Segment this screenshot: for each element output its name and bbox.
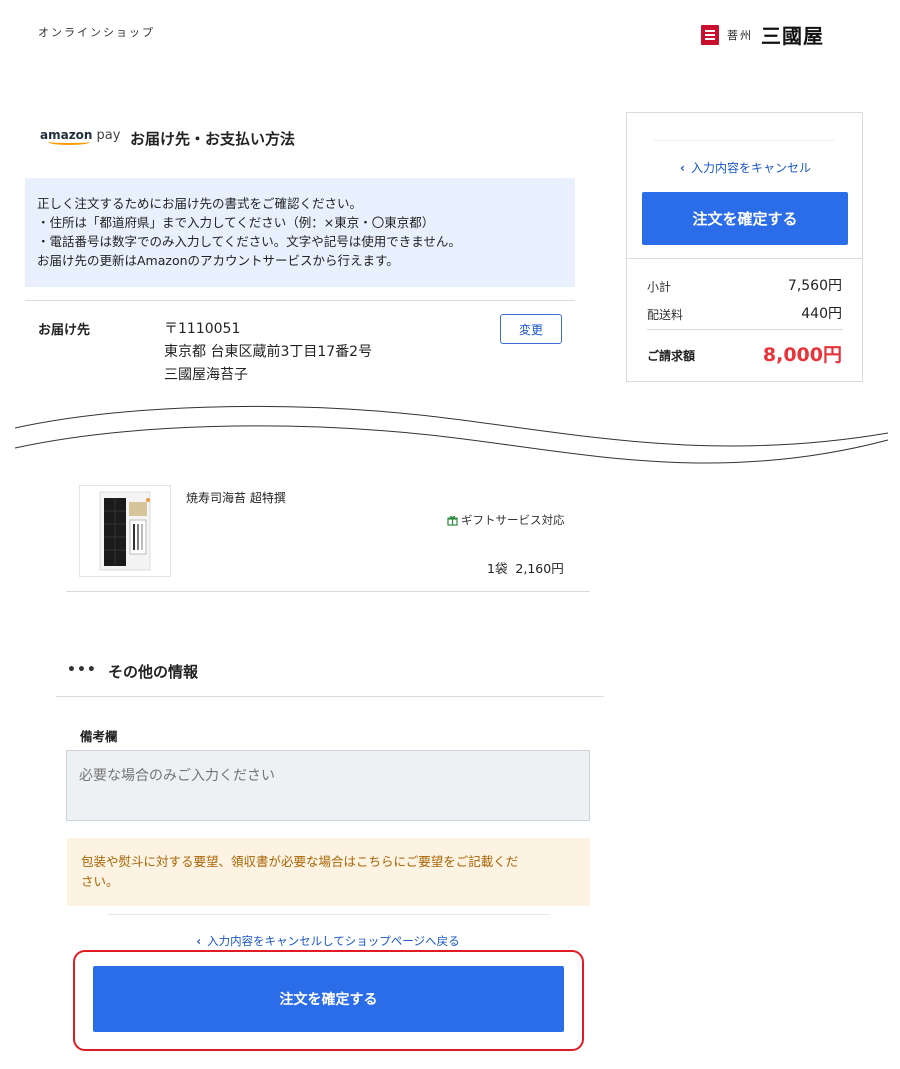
sidebar-cancel-label: 入力内容をキャンセル (690, 161, 811, 175)
wave-separator (14, 405, 889, 464)
product-quantity: 1袋 (487, 561, 508, 576)
change-address-button[interactable]: 変更 (500, 314, 562, 344)
wrapping-request-notice: 包装や熨斗に対する要望、領収書が必要な場合はこちらにご要望をご記載くだ さい。 (67, 838, 590, 906)
amazon-wordmark: amazon (40, 128, 93, 145)
remarks-textarea[interactable] (66, 750, 590, 821)
total-value: 8,000円 (762, 344, 842, 366)
brand-prefix: 菩州 (727, 28, 753, 42)
divider (25, 300, 575, 301)
chevron-left-icon: ‹ (680, 161, 685, 175)
gift-service-label: ギフトサービス対応 (461, 513, 565, 527)
address-line: 東京都 台東区蔵前3丁目17番2号 (164, 344, 373, 360)
gift-icon (447, 515, 458, 526)
notice-line: 包装や熨斗に対する要望、領収書が必要な場合はこちらにご要望をご記載くだ (81, 854, 519, 869)
address-format-notice: 正しく注文するためにお届け先の書式をご確認ください。 ・住所は「都道府県」まで入… (25, 178, 575, 287)
sidebar-cancel-link[interactable]: ‹ 入力内容をキャンセル (627, 159, 864, 176)
section-title: お届け先・お支払い方法 (130, 130, 296, 148)
section-dots-icon: ••• (67, 662, 97, 678)
brand-mark-icon (701, 24, 719, 45)
shop-label: オンラインショップ (38, 26, 155, 39)
notice-line: ・住所は「都道府県」まで入力してください（例：×東京・〇東京都） (37, 215, 435, 230)
subtotal-value: 7,560円 (787, 278, 842, 294)
sidebar-confirm-button[interactable]: 注文を確定する (642, 192, 848, 245)
notice-line: ・電話番号は数字でのみ入力してください。文字や記号は使用できません。 (37, 234, 461, 249)
nori-package-icon (99, 491, 151, 571)
brand-name: 三國屋 (761, 24, 824, 48)
postal-code: 〒1110051 (164, 321, 241, 337)
total-label: ご請求額 (647, 349, 696, 363)
chevron-left-icon: ‹ (196, 934, 202, 948)
notice-line: 正しく注文するためにお届け先の書式をご確認ください。 (37, 196, 363, 211)
divider (647, 329, 843, 330)
gift-service-badge: ギフトサービス対応 (447, 512, 565, 528)
divider (56, 696, 604, 697)
shipping-label: 配送料 (647, 308, 684, 322)
subtotal-label: 小計 (647, 280, 672, 294)
divider (66, 591, 590, 592)
shipping-address: 〒1110051 東京都 台東区蔵前3丁目17番2号 三國屋海苔子 (164, 318, 372, 387)
divider (108, 914, 550, 915)
amazon-pay-logo: amazon pay (40, 128, 121, 145)
pay-wordmark: pay (96, 128, 121, 143)
product-price-line: 1袋 2,160円 (487, 558, 564, 577)
order-summary-panel: ‹ 入力内容をキャンセル 注文を確定する 小計 7,560円 配送料 440円 ご… (626, 112, 863, 382)
notice-line: お届け先の更新はAmazonのアカウントサービスから行えます。 (37, 253, 399, 268)
other-info-title: その他の情報 (108, 663, 199, 681)
divider (654, 140, 834, 141)
shipping-value: 440円 (801, 306, 842, 322)
remarks-label: 備考欄 (80, 729, 118, 744)
divider (627, 258, 862, 259)
confirm-order-button[interactable]: 注文を確定する (93, 966, 564, 1032)
product-price: 2,160円 (515, 561, 564, 576)
recipient-name: 三國屋海苔子 (164, 367, 248, 383)
cancel-back-to-shop-link[interactable]: ‹ 入力内容をキャンセルしてショップページへ戻る (0, 933, 656, 949)
address-label: お届け先 (38, 323, 91, 338)
brand-logo[interactable]: 菩州 三國屋 (701, 20, 824, 49)
notice-line: さい。 (81, 874, 119, 889)
product-image (79, 485, 171, 577)
back-link-label: 入力内容をキャンセルしてショップページへ戻る (207, 934, 460, 948)
product-name: 焼寿司海苔 超特撰 (186, 491, 286, 505)
